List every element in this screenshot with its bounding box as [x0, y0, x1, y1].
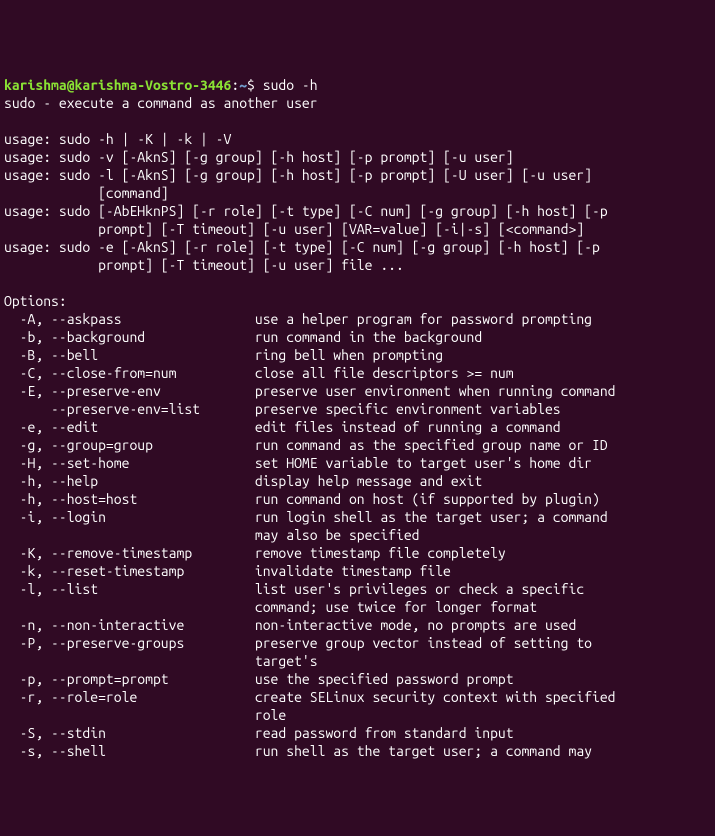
- option-row: -C, --close-from=num close all file desc…: [4, 365, 514, 381]
- usage-line-cont: prompt] [-T timeout] [-u user] [VAR=valu…: [4, 221, 584, 237]
- option-row: -P, --preserve-groups preserve group vec…: [4, 635, 592, 651]
- option-row: -K, --remove-timestamp remove timestamp …: [4, 545, 506, 561]
- option-row: -e, --edit edit files instead of running…: [4, 419, 561, 435]
- prompt-path: ~: [239, 77, 247, 93]
- option-row: --preserve-env=list preserve specific en…: [4, 401, 561, 417]
- option-row: -g, --group=group run command as the spe…: [4, 437, 608, 453]
- usage-line: usage: sudo -l [-AknS] [-g group] [-h ho…: [4, 167, 592, 183]
- option-row: -i, --login run login shell as the targe…: [4, 509, 608, 525]
- option-row: -r, --role=role create SELinux security …: [4, 689, 616, 705]
- terminal-prompt-line[interactable]: karishma@karishma-Vostro-3446:~$ sudo -h: [4, 77, 318, 93]
- usage-line-cont: prompt] [-T timeout] [-u user] file ...: [4, 257, 404, 273]
- option-row-cont: may also be specified: [4, 527, 420, 543]
- option-row: -b, --background run command in the back…: [4, 329, 482, 345]
- usage-line: usage: sudo -v [-AknS] [-g group] [-h ho…: [4, 149, 514, 165]
- option-row: -A, --askpass use a helper program for p…: [4, 311, 592, 327]
- typed-command: sudo -h: [263, 77, 318, 93]
- option-row: -H, --set-home set HOME variable to targ…: [4, 455, 592, 471]
- option-row: -p, --prompt=prompt use the specified pa…: [4, 671, 514, 687]
- option-row: -B, --bell ring bell when prompting: [4, 347, 443, 363]
- option-row: -s, --shell run shell as the target user…: [4, 743, 592, 759]
- usage-line: usage: sudo -e [-AknS] [-r role] [-t typ…: [4, 239, 600, 255]
- prompt-dollar: $: [247, 77, 263, 93]
- option-row: -l, --list list user's privileges or che…: [4, 581, 584, 597]
- option-row: -k, --reset-timestamp invalidate timesta…: [4, 563, 451, 579]
- option-row-cont: command; use twice for longer format: [4, 599, 537, 615]
- option-row: -S, --stdin read password from standard …: [4, 725, 514, 741]
- option-row: -E, --preserve-env preserve user environ…: [4, 383, 616, 399]
- options-header: Options:: [4, 293, 67, 309]
- option-row: -n, --non-interactive non-interactive mo…: [4, 617, 576, 633]
- option-row: -h, --help display help message and exit: [4, 473, 482, 489]
- usage-line: usage: sudo -h | -K | -k | -V: [4, 131, 231, 147]
- usage-line-cont: [command]: [4, 185, 169, 201]
- option-row: -h, --host=host run command on host (if …: [4, 491, 600, 507]
- option-row-cont: role: [4, 707, 286, 723]
- prompt-user-host: karishma@karishma-Vostro-3446: [4, 77, 231, 93]
- summary-line: sudo - execute a command as another user: [4, 95, 318, 111]
- usage-line: usage: sudo [-AbEHknPS] [-r role] [-t ty…: [4, 203, 608, 219]
- option-row-cont: target's: [4, 653, 318, 669]
